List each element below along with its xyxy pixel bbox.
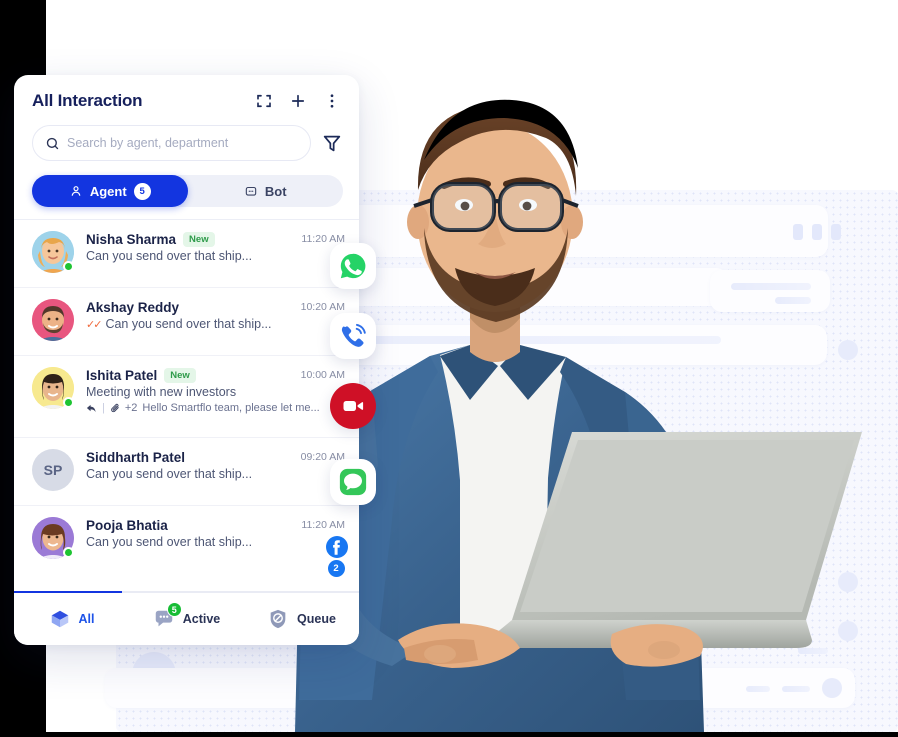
chat-bubble-icon: 5 (153, 602, 182, 630)
bg-placeholder-bar (775, 297, 811, 304)
nav-item-all[interactable]: All (14, 608, 129, 630)
bg-placeholder-card (105, 668, 855, 708)
message-snippet: Meeting with new investors (86, 385, 237, 399)
avatar (32, 517, 74, 559)
nav-item-queue[interactable]: Queue (244, 608, 359, 630)
message-snippet: Can you send over that ship... (86, 535, 253, 549)
active-count-badge: 5 (166, 602, 182, 617)
conversation-list: Nisha Sharma New Can you send over that … (14, 219, 359, 591)
list-item[interactable]: Ishita Patel New Meeting with new invest… (14, 355, 359, 437)
channel-sms-icon[interactable] (330, 459, 376, 505)
bg-placeholder-bar (746, 686, 770, 692)
agent-bot-toggle: Agent 5 Bot (32, 175, 343, 207)
tab-bot[interactable]: Bot (188, 175, 344, 207)
list-item-meta: 11:20 AM (301, 519, 345, 531)
nav-item-all-label: All (78, 612, 95, 626)
contact-name: Akshay Reddy (86, 300, 180, 315)
bg-placeholder-sq (831, 224, 841, 240)
all-interaction-panel: All Interaction Search by agent, departm… (14, 75, 359, 645)
attachment-count: +2 (124, 402, 138, 414)
bg-placeholder-card (710, 270, 830, 312)
avatar (32, 367, 74, 409)
message-snippet-text: Can you send over that ship... (105, 317, 272, 331)
avatar: SP (32, 449, 74, 491)
avatar (32, 231, 74, 273)
list-item[interactable]: Akshay Reddy ✓✓ Can you send over that s… (14, 287, 359, 355)
reply-icon (86, 404, 96, 412)
timestamp: 11:20 AM (301, 519, 345, 531)
shield-clock-icon (267, 608, 289, 630)
message-snippet: ✓✓ Can you send over that ship... (86, 317, 345, 331)
timestamp: 10:20 AM (300, 301, 345, 313)
message-sub-snippet-text: Hello Smartflo team, please let me... (142, 402, 320, 414)
bottom-navigation: All 5 Active Queue (14, 591, 359, 645)
status-badge: New (183, 232, 215, 247)
agent-count-badge: 5 (133, 182, 151, 200)
unread-count-badge-wrap: 2 (327, 559, 345, 577)
bg-placeholder-sq (793, 224, 803, 240)
channel-video-icon[interactable] (330, 383, 376, 429)
page-title: All Interaction (32, 91, 143, 110)
filter-icon[interactable] (321, 132, 343, 154)
bg-placeholder-dot (822, 678, 842, 698)
nav-item-active[interactable]: 5 Active (129, 602, 244, 630)
channel-voice-icon[interactable] (330, 313, 376, 359)
timestamp: 10:00 AM (300, 369, 345, 381)
contact-name: Nisha Sharma (86, 232, 177, 247)
unread-count-badge: 2 (327, 559, 345, 577)
list-item-meta: 10:00 AM (301, 369, 345, 381)
status-badge: New (164, 368, 196, 383)
nav-item-queue-label: Queue (297, 612, 336, 626)
search-box[interactable] (32, 125, 311, 161)
panel-header: All Interaction (14, 75, 359, 117)
cube-icon (49, 608, 71, 630)
contact-name: Siddharth Patel (86, 450, 186, 465)
bg-placeholder-dot (838, 621, 858, 641)
bg-placeholder-dot (838, 340, 858, 360)
paperclip-icon (111, 403, 119, 413)
bg-placeholder-bar (731, 283, 811, 290)
avatar-image (32, 299, 74, 341)
channel-facebook-icon[interactable] (325, 535, 349, 559)
online-indicator (63, 261, 74, 272)
list-item[interactable]: SP Siddharth Patel Can you send over tha… (14, 437, 359, 505)
list-item[interactable]: Pooja Bhatia Can you send over that ship… (14, 505, 359, 573)
tab-agent[interactable]: Agent 5 (32, 175, 188, 207)
contact-name: Ishita Patel (86, 368, 158, 383)
contact-name: Pooja Bhatia (86, 518, 168, 533)
message-snippet: Can you send over that ship... (86, 467, 253, 481)
bg-placeholder-bar (798, 648, 828, 654)
bg-placeholder-dot (838, 572, 858, 592)
online-indicator (63, 397, 74, 408)
channel-whatsapp-icon[interactable] (330, 243, 376, 289)
avatar-initials: SP (32, 449, 74, 491)
online-indicator (63, 547, 74, 558)
bot-icon (245, 186, 257, 196)
read-receipt-icon: ✓✓ (86, 318, 103, 331)
search-input[interactable] (67, 136, 298, 150)
message-sub-snippet: | +2 Hello Smartflo team, please let me.… (86, 402, 345, 414)
message-snippet: Can you send over that ship... (86, 249, 253, 263)
person-icon (71, 186, 81, 196)
expand-icon[interactable] (255, 92, 273, 110)
nav-item-active-label: Active (182, 612, 221, 626)
bg-placeholder-bar (782, 686, 810, 692)
plus-icon[interactable] (289, 92, 307, 110)
search-row (14, 117, 359, 161)
tab-bot-label: Bot (264, 183, 287, 199)
list-item-meta: 10:20 AM (301, 301, 345, 313)
header-actions (255, 92, 341, 110)
tab-agent-label: Agent (89, 183, 127, 199)
bg-placeholder-sq (812, 224, 822, 240)
more-vertical-icon[interactable] (323, 92, 341, 110)
list-item[interactable]: Nisha Sharma New Can you send over that … (14, 219, 359, 287)
search-icon (46, 137, 59, 149)
avatar (32, 299, 74, 341)
